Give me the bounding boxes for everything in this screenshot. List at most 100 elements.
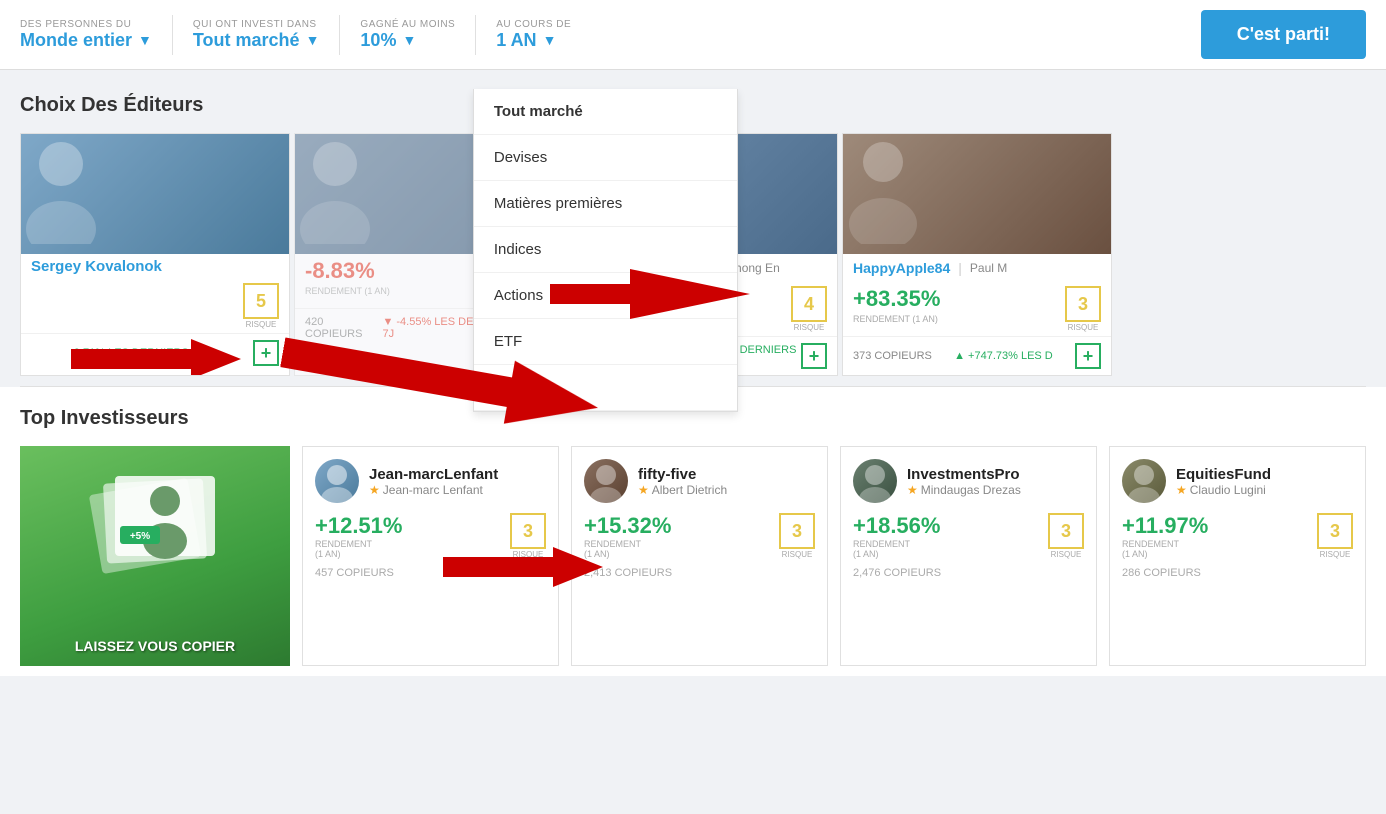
promo-image: +5% xyxy=(65,466,245,596)
investor-info-4: EquitiesFund ★ Claudio Lugini xyxy=(1176,466,1271,497)
card-return-label-2: RENDEMENT (1 AN) xyxy=(305,286,390,296)
investor-info-2: fifty-five ★ Albert Dietrich xyxy=(638,466,727,497)
investor-return-period-4: (1 AN) xyxy=(1122,549,1208,559)
dropdown-item-tout-marche[interactable]: Tout marché xyxy=(474,89,737,135)
investor-card-3: InvestmentsPro ★ Mindaugas Drezas +18.56… xyxy=(840,446,1097,666)
investor-info-3: InvestmentsPro ★ Mindaugas Drezas xyxy=(907,466,1021,497)
investor-return-3: +18.56% xyxy=(853,513,940,539)
filter-label-1: DES PERSONNES DU xyxy=(20,19,152,30)
investor-header-4: EquitiesFund ★ Claudio Lugini xyxy=(1122,459,1353,503)
investor-header-1: Jean-marcLenfant ★ Jean-marc Lenfant xyxy=(315,459,546,503)
filter-val-3: 10% xyxy=(360,30,396,51)
card-copiers-2: 420 COPIEURS xyxy=(305,316,382,340)
card-return-4: +83.35% xyxy=(853,286,940,312)
investor-return-period-3: (1 AN) xyxy=(853,549,940,559)
card-footer-1: 9.71% LES DERNIERS 7J ) + xyxy=(21,333,289,372)
risk-badge-inv-3: 3 xyxy=(1048,513,1084,549)
risk-badge-inv-2: 3 xyxy=(779,513,815,549)
filter-val-4: 1 AN xyxy=(496,30,536,51)
investor-return-label-3: RENDEMENT xyxy=(853,539,940,549)
investor-info-1: Jean-marcLenfant ★ Jean-marc Lenfant xyxy=(369,466,498,497)
risk-label-4: RISQUE xyxy=(1068,323,1099,332)
filter-group-marche: QUI ONT INVESTI DANS Tout marché ▼ Tout … xyxy=(193,19,320,51)
investor-risk-4: 3 RISQUE xyxy=(1317,513,1353,559)
card-header-4: HappyApple84 | Paul M xyxy=(843,254,1111,282)
investor-avatar-3 xyxy=(853,459,897,503)
dropdown-item-indices[interactable]: Indices xyxy=(474,227,737,273)
risk-label-3: RISQUE xyxy=(794,323,825,332)
investor-copiers-4: 286 COPIEURS xyxy=(1122,567,1353,579)
investor-avatar-1 xyxy=(315,459,359,503)
card-change-1: 9.71% LES DERNIERS 7J ) xyxy=(74,347,210,359)
investor-return-2: +15.32% xyxy=(584,513,671,539)
card-return-2: -8.83% xyxy=(305,258,390,284)
filter-select-marche[interactable]: Tout marché ▼ xyxy=(193,30,320,51)
chevron-down-icon-4: ▼ xyxy=(543,32,557,48)
svg-text:+5%: +5% xyxy=(130,531,150,542)
market-dropdown: Tout marché Devises Matières premières I… xyxy=(473,89,738,412)
investor-stats-3: +18.56% RENDEMENT (1 AN) 3 RISQUE xyxy=(853,513,1084,559)
risk-badge-1: 5 xyxy=(243,283,279,319)
risk-badge-3: 4 xyxy=(791,286,827,322)
divider-3 xyxy=(475,15,476,55)
chevron-down-icon-2: ▼ xyxy=(306,32,320,48)
risk-badge-inv-4: 3 xyxy=(1317,513,1353,549)
card-username-4: HappyApple84 xyxy=(853,260,950,276)
investor-name-2: fifty-five xyxy=(638,466,727,483)
investor-header-2: fifty-five ★ Albert Dietrich xyxy=(584,459,815,503)
investor-return-period-2: (1 AN) xyxy=(584,549,671,559)
star-icon-1: ★ xyxy=(369,483,380,497)
add-button-4[interactable]: + xyxy=(1075,343,1101,369)
card-image-1 xyxy=(21,134,289,254)
risk-label-inv-3: RISQUE xyxy=(1051,550,1082,559)
risk-label-inv-4: RISQUE xyxy=(1320,550,1351,559)
investor-avatar-2 xyxy=(584,459,628,503)
add-button-3[interactable]: + xyxy=(801,343,827,369)
filter-val-1: Monde entier xyxy=(20,30,132,51)
chevron-down-icon-1: ▼ xyxy=(138,32,152,48)
divider-2 xyxy=(339,15,340,55)
investor-copiers-3: 2,476 COPIEURS xyxy=(853,567,1084,579)
card-footer-4: 373 COPIEURS ▲ +747.73% LES D + xyxy=(843,336,1111,375)
top-investors-section: Top Investisseurs +5% xyxy=(0,387,1386,676)
filter-select-monde[interactable]: Monde entier ▼ xyxy=(20,30,152,51)
investor-name-4: EquitiesFund xyxy=(1176,466,1271,483)
investor-risk-2: 3 RISQUE xyxy=(779,513,815,559)
investor-return-1: +12.51% xyxy=(315,513,402,539)
filter-select-cours[interactable]: 1 AN ▼ xyxy=(496,30,571,51)
editor-card-4: HappyApple84 | Paul M +83.35% RENDEMENT … xyxy=(842,133,1112,376)
promo-card: +5% LAISSEZ VOUS COPIER xyxy=(20,446,290,666)
risk-badge-inv-1: 3 xyxy=(510,513,546,549)
star-icon-4: ★ xyxy=(1176,483,1187,497)
dropdown-item-crypto[interactable]: Crypto xyxy=(474,365,737,411)
investor-name-1: Jean-marcLenfant xyxy=(369,466,498,483)
card-change-4: ▲ +747.73% LES D xyxy=(954,350,1053,362)
investor-risk-1: 3 RISQUE xyxy=(510,513,546,559)
filter-group-monde: DES PERSONNES DU Monde entier ▼ xyxy=(20,19,152,51)
investor-card-4: EquitiesFund ★ Claudio Lugini +11.97% RE… xyxy=(1109,446,1366,666)
investor-return-label-2: RENDEMENT xyxy=(584,539,671,549)
risk-label-1: RISQUE xyxy=(246,320,277,329)
investor-realname-1: Jean-marc Lenfant xyxy=(383,483,483,497)
top-cards-row: +5% LAISSEZ VOUS COPIER Jean-marcLenfant xyxy=(20,446,1366,666)
filter-label-4: AU COURS DE xyxy=(496,19,571,30)
investor-header-3: InvestmentsPro ★ Mindaugas Drezas xyxy=(853,459,1084,503)
dropdown-item-actions[interactable]: Actions xyxy=(474,273,737,319)
dropdown-item-matieres[interactable]: Matières premières xyxy=(474,181,737,227)
filter-select-gagne[interactable]: 10% ▼ xyxy=(360,30,455,51)
card-image-4 xyxy=(843,134,1111,254)
investor-copiers-1: 457 COPIEURS xyxy=(315,567,546,579)
add-button-1[interactable]: + xyxy=(253,340,279,366)
dropdown-item-etf[interactable]: ETF xyxy=(474,319,737,365)
editor-card-1: Sergey Kovalonok 5 RISQUE 9.71% LES DERN… xyxy=(20,133,290,376)
risk-badge-4: 3 xyxy=(1065,286,1101,322)
investor-realname-3: Mindaugas Drezas xyxy=(921,483,1021,497)
cest-parti-button[interactable]: C'est parti! xyxy=(1201,10,1366,59)
dropdown-item-devises[interactable]: Devises xyxy=(474,135,737,181)
card-username-1: Sergey Kovalonok xyxy=(21,254,289,279)
filter-bar: DES PERSONNES DU Monde entier ▼ QUI ONT … xyxy=(0,0,1386,70)
investor-realname-4: Claudio Lugini xyxy=(1190,483,1266,497)
investor-stats-1: +12.51% RENDEMENT (1 AN) 3 RISQUE xyxy=(315,513,546,559)
investor-return-label-1: RENDEMENT xyxy=(315,539,402,549)
card-return-label-4: RENDEMENT (1 AN) xyxy=(853,314,940,324)
